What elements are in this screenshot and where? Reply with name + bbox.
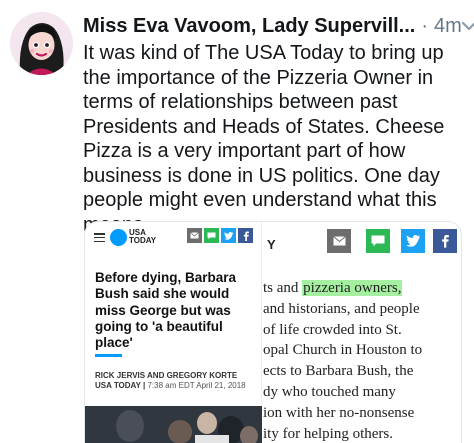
- article-screenshot-right: Y ts and pizzeria owners, and historians…: [262, 222, 461, 443]
- byline-dateline: 7:38 am EDT April 21, 2018: [147, 381, 246, 390]
- article-body-text: ts and pizzeria owners, and historians, …: [263, 278, 461, 443]
- facebook-icon: [238, 228, 253, 243]
- byline-source: USA TODAY: [95, 381, 141, 390]
- twitter-icon: [401, 229, 425, 253]
- article-photo: [85, 406, 262, 443]
- avatar[interactable]: [10, 12, 73, 75]
- article-line: dy who touched many: [263, 383, 396, 400]
- usa-today-logo-icon: [110, 229, 127, 246]
- article-line: ion with her no-nonsense: [263, 404, 415, 421]
- logo-line2: TODAY: [129, 236, 157, 245]
- chevron-down-icon[interactable]: [461, 17, 474, 35]
- article-headline: Before dying, Barbara Bush said she woul…: [95, 270, 237, 351]
- article-line: of life crowded into St.: [263, 321, 402, 338]
- twitter-icon: [221, 228, 236, 243]
- sms-icon: [366, 229, 390, 253]
- article-screenshot-left: USA TODAY Before dying, Barbara Bush sai…: [85, 222, 262, 443]
- highlighted-text: pizzeria owners,: [302, 280, 403, 296]
- facebook-icon: [433, 229, 457, 253]
- article-line: ects to Barbara Bush, the: [263, 363, 414, 380]
- mail-icon: [187, 228, 202, 243]
- article-line: opal Church in Houston to: [263, 342, 423, 359]
- article-line: ity for helping others.: [263, 425, 393, 442]
- article-line: and historians, and people: [263, 300, 420, 317]
- tweet-header: Miss Eva Vavoom, Lady Supervill... · 4m: [83, 11, 474, 41]
- sms-icon: [204, 228, 219, 243]
- article-byline: RICK JERVIS AND GREGORY KORTE USA TODAY …: [95, 371, 259, 391]
- tweet-image-card[interactable]: USA TODAY Before dying, Barbara Bush sai…: [84, 221, 462, 443]
- article-line-1: ts and pizzeria owners,: [263, 278, 461, 299]
- tweet-text: It was kind of The USA Today to bring up…: [83, 42, 445, 236]
- menu-icon: [94, 233, 105, 242]
- avatar-illustration: [10, 12, 73, 75]
- usa-today-logo-text: USA TODAY: [129, 229, 159, 245]
- accent-bar: [95, 354, 122, 357]
- author-name[interactable]: Miss Eva Vavoom, Lady Supervill...: [83, 15, 415, 38]
- masthead-fragment: Y: [267, 237, 276, 252]
- byline-authors: RICK JERVIS AND GREGORY KORTE: [95, 371, 238, 380]
- mail-icon: [327, 229, 351, 253]
- separator-dot: ·: [421, 14, 429, 37]
- tweet-timestamp[interactable]: 4m: [434, 15, 462, 38]
- article-line-1-prefix: ts and: [263, 280, 303, 296]
